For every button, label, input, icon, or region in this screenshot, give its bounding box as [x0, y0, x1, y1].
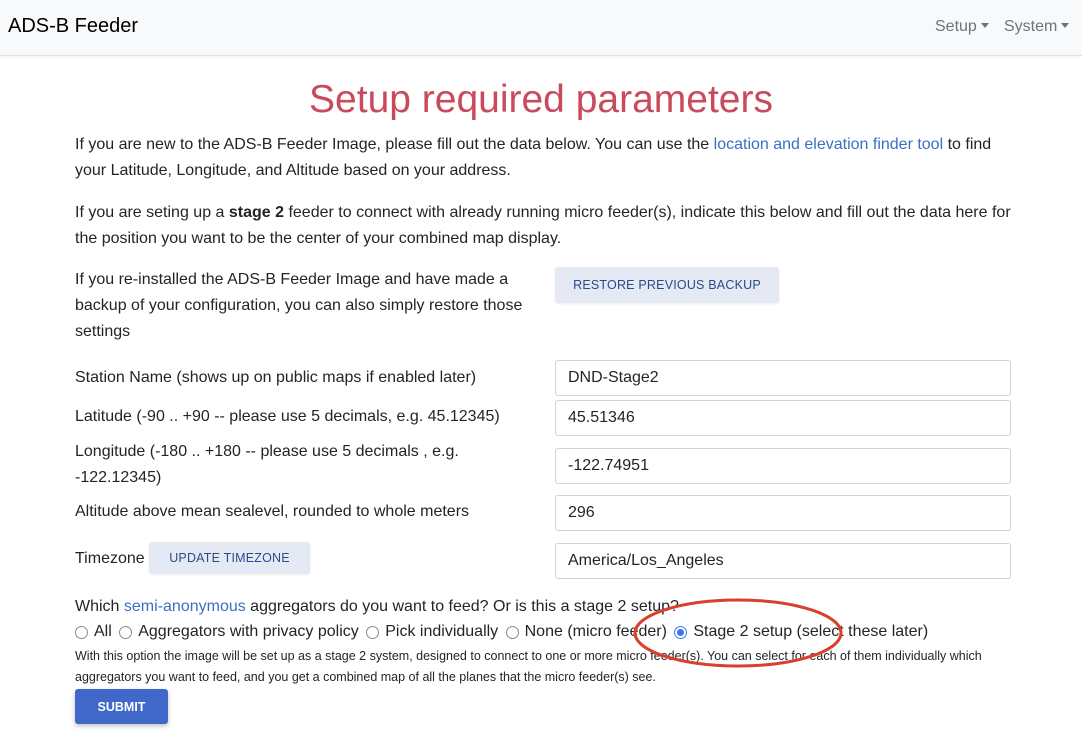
chevron-down-icon [980, 23, 989, 28]
location-finder-link[interactable]: location and elevation finder tool [714, 136, 944, 153]
stage2-note-start: If you are seting up a [75, 204, 229, 221]
navbar: ADS-B Feeder Setup System [0, 0, 1082, 56]
restore-note: If you re-installed the ADS-B Feeder Ima… [75, 271, 523, 340]
radio-option-none[interactable]: None (micro feeder) [505, 621, 667, 643]
aggregator-question: Which semi-anonymous aggregators do you … [75, 596, 679, 618]
radio-label: Aggregators with privacy policy [138, 623, 359, 640]
radio-button[interactable] [674, 625, 688, 639]
setup-menu-label: Setup [935, 18, 977, 35]
radio-button[interactable] [119, 625, 133, 639]
brand-title[interactable]: ADS-B Feeder [8, 15, 138, 38]
intro-text: If you are new to the ADS-B Feeder Image… [75, 132, 1015, 184]
page-title: Setup required parameters [309, 78, 773, 121]
radio-label: None (micro feeder) [524, 623, 667, 640]
stage2-help-text: With this option the image will be set u… [75, 649, 982, 684]
stage2-note: If you are seting up a stage 2 feeder to… [75, 200, 1015, 252]
radio-option-privacy[interactable]: Aggregators with privacy policy [119, 621, 359, 643]
timezone-input[interactable] [555, 543, 1011, 579]
submit-button[interactable]: Submit [75, 689, 168, 724]
altitude-label: Altitude above mean sealevel, rounded to… [75, 503, 470, 520]
system-menu-label: System [1004, 18, 1058, 35]
radio-option-stage2[interactable]: Stage 2 setup (select these later) [674, 621, 928, 643]
update-timezone-button[interactable]: Update Timezone [149, 542, 310, 574]
station-name-input[interactable] [555, 360, 1011, 396]
setup-menu[interactable]: Setup [935, 18, 989, 36]
radio-button[interactable] [75, 625, 88, 639]
radio-label: All [94, 623, 112, 640]
restore-backup-button[interactable]: Restore previous backup [555, 267, 779, 303]
system-menu[interactable]: System [1004, 18, 1070, 36]
aggregator-question-start: Which [75, 598, 124, 615]
radio-option-individual[interactable]: Pick individually [366, 621, 498, 643]
longitude-input[interactable] [555, 448, 1011, 484]
longitude-label: Longitude (-180 .. +180 -- please use 5 … [75, 443, 459, 486]
radio-label: Pick individually [385, 623, 499, 640]
radio-label: Stage 2 setup (select these later) [693, 623, 929, 640]
aggregator-radio-group: All Aggregators with privacy policy Pick… [75, 621, 931, 646]
timezone-label: Timezone [75, 550, 145, 567]
radio-button[interactable] [505, 625, 519, 639]
chevron-down-icon [1061, 23, 1070, 28]
semi-anonymous-link[interactable]: semi-anonymous [124, 598, 246, 615]
latitude-label: Latitude (-90 .. +90 -- please use 5 dec… [75, 408, 500, 425]
stage2-bold: stage 2 [228, 204, 285, 221]
aggregator-question-end: aggregators do you want to feed? Or is t… [245, 598, 679, 615]
radio-option-all[interactable]: All [75, 621, 112, 643]
altitude-input[interactable] [555, 495, 1011, 531]
latitude-input[interactable] [555, 400, 1011, 436]
station-name-label: Station Name (shows up on public maps if… [75, 369, 477, 386]
radio-button[interactable] [366, 625, 380, 639]
intro-text-start: If you are new to the ADS-B Feeder Image… [75, 136, 714, 153]
